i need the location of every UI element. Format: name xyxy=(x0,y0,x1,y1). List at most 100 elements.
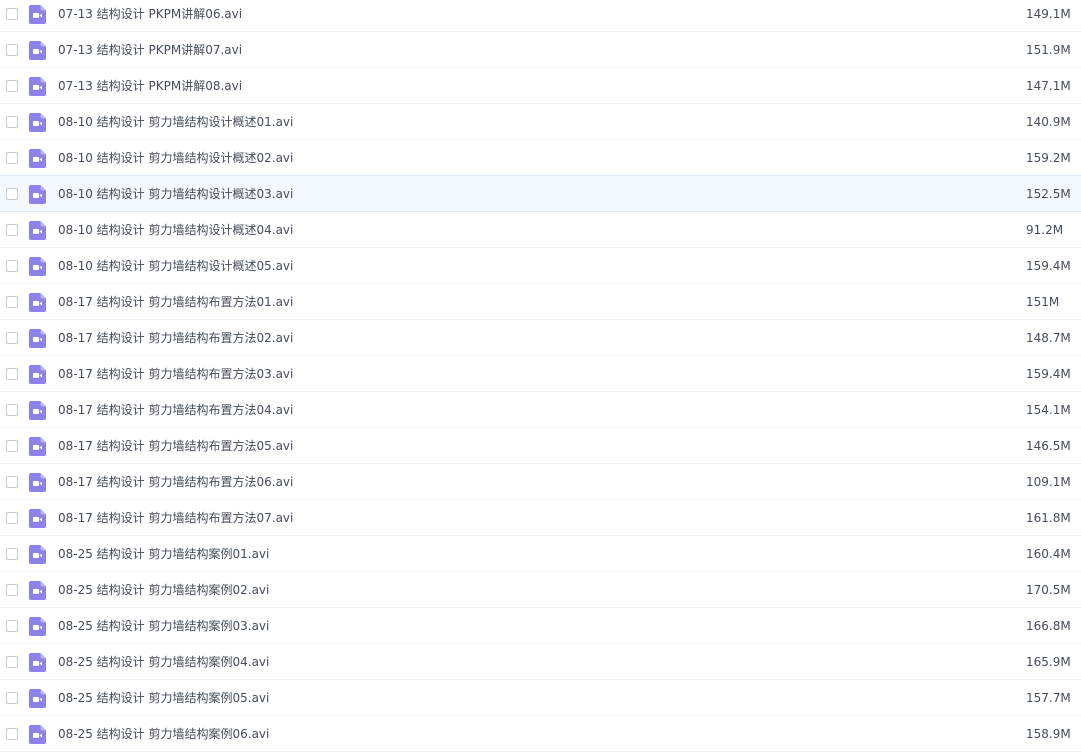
video-file-icon xyxy=(29,436,46,456)
file-name[interactable]: 08-17 结构设计 剪力墙结构布置方法03.avi xyxy=(58,367,293,381)
file-size: 109.1M xyxy=(1026,474,1071,489)
file-name[interactable]: 08-17 结构设计 剪力墙结构布置方法04.avi xyxy=(58,403,293,417)
file-size: 165.9M xyxy=(1026,654,1071,669)
file-name[interactable]: 08-17 结构设计 剪力墙结构布置方法02.avi xyxy=(58,331,293,345)
file-name[interactable]: 07-13 结构设计 PKPM讲解07.avi xyxy=(58,43,242,57)
video-file-icon xyxy=(29,364,46,384)
video-file-icon xyxy=(29,40,46,60)
row-checkbox[interactable] xyxy=(6,583,18,596)
file-size: 158.9M xyxy=(1026,726,1071,741)
file-name[interactable]: 08-25 结构设计 剪力墙结构案例02.avi xyxy=(58,583,269,597)
row-checkbox[interactable] xyxy=(6,655,18,668)
video-file-icon xyxy=(29,220,46,240)
file-name[interactable]: 08-10 结构设计 剪力墙结构设计概述05.avi xyxy=(58,259,293,273)
file-row[interactable]: 08-10 结构设计 剪力墙结构设计概述03.avi 152.5M xyxy=(0,175,1081,212)
file-row[interactable]: 08-17 结构设计 剪力墙结构布置方法02.avi 148.7M xyxy=(0,320,1081,356)
video-file-icon xyxy=(29,580,46,600)
row-checkbox[interactable] xyxy=(6,367,18,380)
file-name[interactable]: 08-25 结构设计 剪力墙结构案例06.avi xyxy=(58,727,269,741)
file-size: 160.4M xyxy=(1026,546,1071,561)
row-checkbox[interactable] xyxy=(6,331,18,344)
file-size: 152.5M xyxy=(1026,186,1071,201)
row-checkbox[interactable] xyxy=(6,547,18,560)
video-file-icon xyxy=(29,328,46,348)
file-name[interactable]: 08-25 结构设计 剪力墙结构案例01.avi xyxy=(58,547,269,561)
file-row[interactable]: 07-13 结构设计 PKPM讲解06.avi 149.1M xyxy=(0,0,1081,32)
row-checkbox[interactable] xyxy=(6,187,18,200)
video-file-icon xyxy=(29,184,46,204)
video-file-icon xyxy=(29,112,46,132)
file-size: 151.9M xyxy=(1026,42,1071,57)
row-checkbox[interactable] xyxy=(6,691,18,704)
file-name[interactable]: 07-13 结构设计 PKPM讲解08.avi xyxy=(58,79,242,93)
file-row[interactable]: 08-17 结构设计 剪力墙结构布置方法04.avi 154.1M xyxy=(0,392,1081,428)
row-checkbox[interactable] xyxy=(6,223,18,236)
video-file-icon xyxy=(29,508,46,528)
file-size: 159.4M xyxy=(1026,366,1071,381)
file-row[interactable]: 08-25 结构设计 剪力墙结构案例06.avi 158.9M xyxy=(0,716,1081,752)
file-row[interactable]: 08-25 结构设计 剪力墙结构案例03.avi 166.8M xyxy=(0,608,1081,644)
video-file-icon xyxy=(29,616,46,636)
file-row[interactable]: 08-17 结构设计 剪力墙结构布置方法01.avi 151M xyxy=(0,284,1081,320)
file-name[interactable]: 08-17 结构设计 剪力墙结构布置方法01.avi xyxy=(58,295,293,309)
file-size: 161.8M xyxy=(1026,510,1071,525)
file-size: 140.9M xyxy=(1026,114,1071,129)
file-size: 146.5M xyxy=(1026,438,1071,453)
row-checkbox[interactable] xyxy=(6,475,18,488)
row-checkbox[interactable] xyxy=(6,439,18,452)
file-name[interactable]: 08-25 结构设计 剪力墙结构案例04.avi xyxy=(58,655,269,669)
video-file-icon xyxy=(29,652,46,672)
file-row[interactable]: 08-10 结构设计 剪力墙结构设计概述04.avi 91.2M xyxy=(0,212,1081,248)
row-checkbox[interactable] xyxy=(6,259,18,272)
file-row[interactable]: 08-25 结构设计 剪力墙结构案例02.avi 170.5M xyxy=(0,572,1081,608)
file-name[interactable]: 07-13 结构设计 PKPM讲解06.avi xyxy=(58,7,242,21)
file-row[interactable]: 08-25 结构设计 剪力墙结构案例01.avi 160.4M xyxy=(0,536,1081,572)
file-name[interactable]: 08-25 结构设计 剪力墙结构案例03.avi xyxy=(58,619,269,633)
file-name[interactable]: 08-10 结构设计 剪力墙结构设计概述04.avi xyxy=(58,223,293,237)
video-file-icon xyxy=(29,472,46,492)
file-name[interactable]: 08-17 结构设计 剪力墙结构布置方法07.avi xyxy=(58,511,293,525)
row-checkbox[interactable] xyxy=(6,403,18,416)
file-row[interactable]: 08-25 结构设计 剪力墙结构案例04.avi 165.9M xyxy=(0,644,1081,680)
row-checkbox[interactable] xyxy=(6,151,18,164)
file-row[interactable]: 07-13 结构设计 PKPM讲解08.avi 147.1M xyxy=(0,68,1081,104)
file-row[interactable]: 08-10 结构设计 剪力墙结构设计概述05.avi 159.4M xyxy=(0,248,1081,284)
row-checkbox[interactable] xyxy=(6,511,18,524)
video-file-icon xyxy=(29,292,46,312)
file-name[interactable]: 08-10 结构设计 剪力墙结构设计概述01.avi xyxy=(58,115,293,129)
file-row[interactable]: 08-25 结构设计 剪力墙结构案例05.avi 157.7M xyxy=(0,680,1081,716)
video-file-icon xyxy=(29,148,46,168)
file-row[interactable]: 08-10 结构设计 剪力墙结构设计概述02.avi 159.2M xyxy=(0,140,1081,176)
row-checkbox[interactable] xyxy=(6,115,18,128)
file-row[interactable]: 08-17 结构设计 剪力墙结构布置方法05.avi 146.5M xyxy=(0,428,1081,464)
file-row[interactable]: 08-10 结构设计 剪力墙结构设计概述01.avi 140.9M xyxy=(0,104,1081,140)
file-name[interactable]: 08-17 结构设计 剪力墙结构布置方法05.avi xyxy=(58,439,293,453)
video-file-icon xyxy=(29,256,46,276)
file-row[interactable]: 07-13 结构设计 PKPM讲解07.avi 151.9M xyxy=(0,32,1081,68)
file-size: 154.1M xyxy=(1026,402,1071,417)
row-checkbox[interactable] xyxy=(6,79,18,92)
file-size: 157.7M xyxy=(1026,690,1071,705)
row-checkbox[interactable] xyxy=(6,7,18,20)
file-size: 149.1M xyxy=(1026,6,1071,21)
file-name[interactable]: 08-10 结构设计 剪力墙结构设计概述03.avi xyxy=(58,187,293,201)
file-name[interactable]: 08-17 结构设计 剪力墙结构布置方法06.avi xyxy=(58,475,293,489)
file-row[interactable]: 08-17 结构设计 剪力墙结构布置方法06.avi 109.1M xyxy=(0,464,1081,500)
row-checkbox[interactable] xyxy=(6,727,18,740)
row-checkbox[interactable] xyxy=(6,619,18,632)
file-size: 148.7M xyxy=(1026,330,1071,345)
file-name[interactable]: 08-25 结构设计 剪力墙结构案例05.avi xyxy=(58,691,269,705)
video-file-icon xyxy=(29,4,46,24)
file-row[interactable]: 08-17 结构设计 剪力墙结构布置方法03.avi 159.4M xyxy=(0,356,1081,392)
file-name[interactable]: 08-10 结构设计 剪力墙结构设计概述02.avi xyxy=(58,151,293,165)
video-file-icon xyxy=(29,688,46,708)
file-row[interactable]: 08-17 结构设计 剪力墙结构布置方法07.avi 161.8M xyxy=(0,500,1081,536)
file-size: 170.5M xyxy=(1026,582,1071,597)
row-checkbox[interactable] xyxy=(6,43,18,56)
file-size: 151M xyxy=(1026,294,1060,309)
file-size: 166.8M xyxy=(1026,618,1071,633)
row-checkbox[interactable] xyxy=(6,295,18,308)
file-list: 07-13 结构设计 PKPM讲解06.avi 149.1M 07-13 结构设… xyxy=(0,0,1081,752)
video-file-icon xyxy=(29,400,46,420)
video-file-icon xyxy=(29,724,46,744)
